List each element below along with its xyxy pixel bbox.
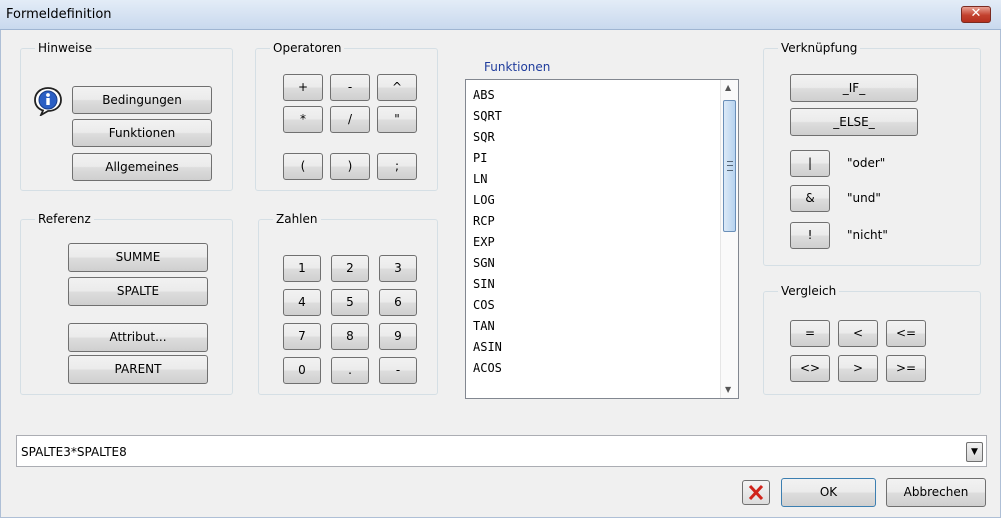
formula-value[interactable]: SPALTE3*SPALTE8 xyxy=(21,445,127,459)
cmp-less-button[interactable]: < xyxy=(838,320,878,347)
close-button[interactable]: ✕ xyxy=(961,6,991,23)
op-plus-button[interactable]: + xyxy=(283,74,323,101)
num-2-button[interactable]: 2 xyxy=(331,255,369,282)
operatoren-legend: Operatoren xyxy=(273,41,342,55)
num-0-button[interactable]: 0 xyxy=(283,357,321,384)
cmp-equal-button[interactable]: = xyxy=(790,320,830,347)
op-close-paren-button[interactable]: ) xyxy=(330,153,370,180)
list-item[interactable]: ASIN xyxy=(473,340,502,354)
ok-button[interactable]: OK xyxy=(781,478,876,507)
nicht-label: "nicht" xyxy=(847,228,888,242)
formula-combobox[interactable]: SPALTE3*SPALTE8 ▼ xyxy=(16,435,987,467)
cmp-greater-button[interactable]: > xyxy=(838,355,878,382)
if-button[interactable]: _IF_ xyxy=(790,74,918,102)
list-item[interactable]: LOG xyxy=(473,193,495,207)
list-item[interactable]: RCP xyxy=(473,214,495,228)
allgemeines-button[interactable]: Allgemeines xyxy=(72,153,212,181)
num-decimal-button[interactable]: . xyxy=(331,357,369,384)
zahlen-legend: Zahlen xyxy=(276,212,318,226)
cmp-greater-equal-button[interactable]: >= xyxy=(886,355,926,382)
chevron-down-icon[interactable]: ▼ xyxy=(966,442,983,462)
referenz-legend: Referenz xyxy=(38,212,91,226)
num-8-button[interactable]: 8 xyxy=(331,323,369,350)
list-item[interactable]: ABS xyxy=(473,88,495,102)
op-divide-button[interactable]: / xyxy=(330,106,370,133)
num-7-button[interactable]: 7 xyxy=(283,323,321,350)
list-item[interactable]: SGN xyxy=(473,256,495,270)
oder-button[interactable]: | xyxy=(790,150,830,177)
list-item[interactable]: SIN xyxy=(473,277,495,291)
op-quote-button[interactable]: " xyxy=(377,106,417,133)
list-item[interactable]: ACOS xyxy=(473,361,502,375)
clear-button[interactable] xyxy=(742,480,770,505)
list-item[interactable]: SQRT xyxy=(473,109,502,123)
cmp-not-equal-button[interactable]: <> xyxy=(790,355,830,382)
info-icon xyxy=(34,87,62,116)
verknuepfung-legend: Verknüpfung xyxy=(781,41,858,55)
window-title: Formeldefinition xyxy=(6,7,112,22)
attribut-button[interactable]: Attribut... xyxy=(68,323,208,352)
funktionen-scrollbar[interactable]: ▲ ▼ xyxy=(720,80,738,398)
spalte-button[interactable]: SPALTE xyxy=(68,277,208,306)
grip-icon xyxy=(727,161,733,171)
title-bar: Formeldefinition ✕ xyxy=(0,0,1001,30)
nicht-button[interactable]: ! xyxy=(790,222,830,249)
close-icon: ✕ xyxy=(970,6,982,21)
num-6-button[interactable]: 6 xyxy=(379,289,417,316)
list-item[interactable]: SQR xyxy=(473,130,495,144)
parent-button[interactable]: PARENT xyxy=(68,355,208,384)
num-9-button[interactable]: 9 xyxy=(379,323,417,350)
num-3-button[interactable]: 3 xyxy=(379,255,417,282)
op-multiply-button[interactable]: * xyxy=(283,106,323,133)
vergleich-legend: Vergleich xyxy=(781,284,837,298)
num-4-button[interactable]: 4 xyxy=(283,289,321,316)
op-minus-button[interactable]: - xyxy=(330,74,370,101)
op-power-button[interactable]: ^ xyxy=(377,74,417,101)
cmp-less-equal-button[interactable]: <= xyxy=(886,320,926,347)
list-item[interactable]: COS xyxy=(473,298,495,312)
num-5-button[interactable]: 5 xyxy=(331,289,369,316)
und-label: "und" xyxy=(847,191,881,205)
abbrechen-button[interactable]: Abbrechen xyxy=(886,478,986,507)
op-open-paren-button[interactable]: ( xyxy=(283,153,323,180)
funktionen-listbox[interactable]: ABS SQRT SQR PI LN LOG RCP EXP SGN SIN C… xyxy=(465,79,739,399)
num-minus-button[interactable]: - xyxy=(379,357,417,384)
scroll-up-icon[interactable]: ▲ xyxy=(725,83,731,92)
hinweise-legend: Hinweise xyxy=(38,41,93,55)
red-x-icon xyxy=(748,484,764,501)
scrollbar-thumb[interactable] xyxy=(723,100,736,232)
list-item[interactable]: LN xyxy=(473,172,487,186)
list-item[interactable]: TAN xyxy=(473,319,495,333)
op-semicolon-button[interactable]: ; xyxy=(377,153,417,180)
list-item[interactable]: EXP xyxy=(473,235,495,249)
oder-label: "oder" xyxy=(847,156,886,170)
else-button[interactable]: _ELSE_ xyxy=(790,108,918,136)
funktionen-label: Funktionen xyxy=(484,60,551,74)
bedingungen-button[interactable]: Bedingungen xyxy=(72,86,212,114)
summe-button[interactable]: SUMME xyxy=(68,243,208,272)
num-1-button[interactable]: 1 xyxy=(283,255,321,282)
und-button[interactable]: & xyxy=(790,185,830,212)
scroll-down-icon[interactable]: ▼ xyxy=(725,385,731,394)
funktionen-button[interactable]: Funktionen xyxy=(72,119,212,147)
list-item[interactable]: PI xyxy=(473,151,487,165)
